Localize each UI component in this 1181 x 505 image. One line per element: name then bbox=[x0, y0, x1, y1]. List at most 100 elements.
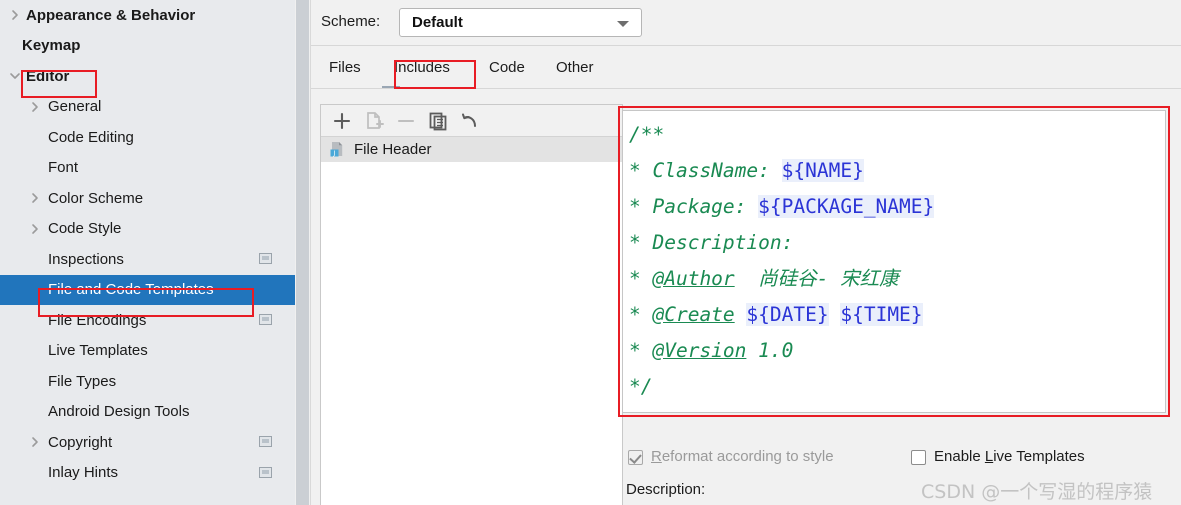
code-line: /** bbox=[629, 117, 934, 153]
project-scope-badge-icon bbox=[259, 436, 272, 448]
tab-files[interactable]: Files bbox=[323, 56, 367, 79]
project-scope-badge-icon bbox=[259, 314, 272, 326]
code-text: ClassName: bbox=[652, 159, 782, 182]
sidebar-item-file-and-code-templates[interactable]: File and Code Templates bbox=[0, 274, 295, 305]
sidebar-item-label: Android Design Tools bbox=[48, 403, 190, 421]
project-scope-badge-icon bbox=[259, 253, 272, 265]
chevron-right-icon[interactable] bbox=[28, 222, 42, 236]
javadoc-tag: @Version bbox=[652, 339, 747, 362]
tabbar-separator bbox=[311, 88, 1181, 89]
template-list-panel: J File Header bbox=[320, 104, 623, 505]
chevron-down-icon bbox=[617, 21, 629, 27]
template-list-toolbar[interactable] bbox=[321, 105, 622, 137]
create-from-file-icon bbox=[363, 110, 385, 132]
chevron-right-icon[interactable] bbox=[28, 100, 42, 114]
code-line: * Description: bbox=[629, 225, 934, 261]
reset-icon[interactable] bbox=[459, 110, 481, 132]
scheme-row: Scheme: Default bbox=[311, 0, 1181, 45]
list-item[interactable]: J File Header bbox=[321, 137, 622, 162]
reformat-label: Reformat according to style bbox=[651, 448, 834, 465]
reformat-checkbox[interactable] bbox=[628, 450, 643, 465]
sidebar-item-label: Code Style bbox=[48, 220, 122, 238]
chevron-right-icon[interactable] bbox=[8, 8, 22, 22]
tab-code[interactable]: Code bbox=[483, 56, 531, 79]
project-scope-badge-icon bbox=[259, 466, 272, 478]
sidebar-item-label: Code Editing bbox=[48, 128, 134, 146]
chevron-right-icon[interactable] bbox=[28, 435, 42, 449]
code-line: * ClassName: ${NAME} bbox=[629, 153, 934, 189]
sidebar-item-file-encodings[interactable]: File Encodings bbox=[0, 305, 295, 336]
sidebar-item-copyright[interactable]: Copyright bbox=[0, 427, 295, 458]
template-category-tabs[interactable]: Files Includes Code Other bbox=[311, 46, 1181, 89]
sidebar-item-label: Inlay Hints bbox=[48, 464, 119, 482]
sidebar-item-label: Appearance & Behavior bbox=[26, 6, 196, 24]
sidebar-item-label: File Types bbox=[48, 372, 117, 390]
tab-includes[interactable]: Includes bbox=[388, 56, 456, 79]
enable-live-templates-checkbox[interactable] bbox=[911, 450, 926, 465]
reformat-label-mnemonic: R bbox=[651, 448, 662, 465]
code-text: Package: bbox=[652, 195, 759, 218]
sidebar-item-live-templates[interactable]: Live Templates bbox=[0, 336, 295, 367]
sidebar-item-label: Live Templates bbox=[48, 342, 148, 360]
sidebar-item-inspections[interactable]: Inspections bbox=[0, 244, 295, 275]
chevron-down-icon[interactable] bbox=[8, 69, 22, 83]
sidebar-item-code-editing[interactable]: Code Editing bbox=[0, 122, 295, 153]
template-code-text[interactable]: /** * ClassName: ${NAME} * Package: ${PACK… bbox=[629, 117, 935, 405]
settings-content-pane: Scheme: Default Files Includes Code Other J bbox=[311, 0, 1181, 505]
chevron-right-icon[interactable] bbox=[28, 191, 42, 205]
sidebar-item-general[interactable]: General bbox=[0, 92, 295, 123]
sidebar-item-file-types[interactable]: File Types bbox=[0, 366, 295, 397]
template-variable: ${DATE} bbox=[746, 303, 829, 326]
code-text: * bbox=[629, 231, 653, 254]
code-text: * bbox=[629, 159, 653, 182]
sidebar-item-font[interactable]: Font bbox=[0, 153, 295, 184]
code-line: * Package: ${PACKAGE_NAME} bbox=[629, 189, 935, 225]
reformat-label-post: eformat according to style bbox=[661, 448, 834, 465]
code-text: * bbox=[629, 303, 653, 326]
sidebar-item-color-scheme[interactable]: Color Scheme bbox=[0, 183, 295, 214]
code-text: 尚硅谷- 宋红康 bbox=[734, 267, 899, 290]
remove-icon bbox=[395, 110, 417, 132]
template-variable: ${NAME} bbox=[781, 159, 864, 182]
sidebar-item-label: General bbox=[48, 98, 102, 116]
description-label: Description: bbox=[626, 481, 706, 498]
javadoc-tag: @Create bbox=[652, 303, 735, 326]
scheme-dropdown[interactable]: Default bbox=[399, 8, 642, 37]
code-text: * bbox=[629, 267, 653, 290]
sidebar-item-label: Editor bbox=[26, 67, 70, 85]
template-variable: ${PACKAGE_NAME} bbox=[758, 195, 935, 218]
sidebar-item-label: File and Code Templates bbox=[48, 281, 214, 299]
add-icon[interactable] bbox=[331, 110, 353, 132]
sidebar-item-keymap[interactable]: Keymap bbox=[0, 31, 295, 62]
javadoc-tag: @Author bbox=[652, 267, 735, 290]
enable-live-templates-label: Enable Live Templates bbox=[934, 448, 1085, 465]
sidebar-item-inlay-hints[interactable]: Inlay Hints bbox=[0, 458, 295, 489]
scheme-selected-value: Default bbox=[412, 14, 463, 31]
settings-sidebar[interactable]: Appearance & Behavior Keymap Editor General… bbox=[0, 0, 295, 505]
code-line: * @Version 1.0 bbox=[629, 333, 934, 369]
code-text: /** bbox=[629, 123, 665, 146]
template-code-editor[interactable]: /** * ClassName: ${NAME} * Package: ${PACK… bbox=[622, 110, 1166, 413]
scheme-label: Scheme: bbox=[321, 13, 381, 30]
sidebar-item-label: Inspections bbox=[48, 250, 124, 268]
sidebar-item-code-style[interactable]: Code Style bbox=[0, 214, 295, 245]
sidebar-item-label: Keymap bbox=[22, 37, 81, 55]
settings-dialog: Appearance & Behavior Keymap Editor General… bbox=[0, 0, 1181, 505]
live-templates-label-post: ive Templates bbox=[993, 448, 1085, 465]
watermark-text: CSDN @一个写湿的程序猿 bbox=[921, 481, 1153, 503]
live-templates-label-pre: Enable bbox=[934, 448, 985, 465]
sidebar-item-label: Color Scheme bbox=[48, 189, 144, 207]
sidebar-item-editor[interactable]: Editor bbox=[0, 61, 295, 92]
code-text: * bbox=[629, 195, 653, 218]
sidebar-item-android-design-tools[interactable]: Android Design Tools bbox=[0, 397, 295, 428]
tab-other[interactable]: Other bbox=[550, 56, 600, 79]
code-text: 1.0 bbox=[746, 339, 794, 362]
sidebar-item-appearance-behavior[interactable]: Appearance & Behavior bbox=[0, 0, 295, 31]
java-file-icon: J bbox=[329, 141, 346, 158]
live-templates-label-mnemonic: L bbox=[984, 448, 994, 465]
sidebar-scrollbar-thumb[interactable] bbox=[296, 0, 309, 505]
copy-icon[interactable] bbox=[427, 110, 449, 132]
sidebar-scrollbar[interactable] bbox=[295, 0, 310, 505]
sidebar-item-label: File Encodings bbox=[48, 311, 147, 329]
